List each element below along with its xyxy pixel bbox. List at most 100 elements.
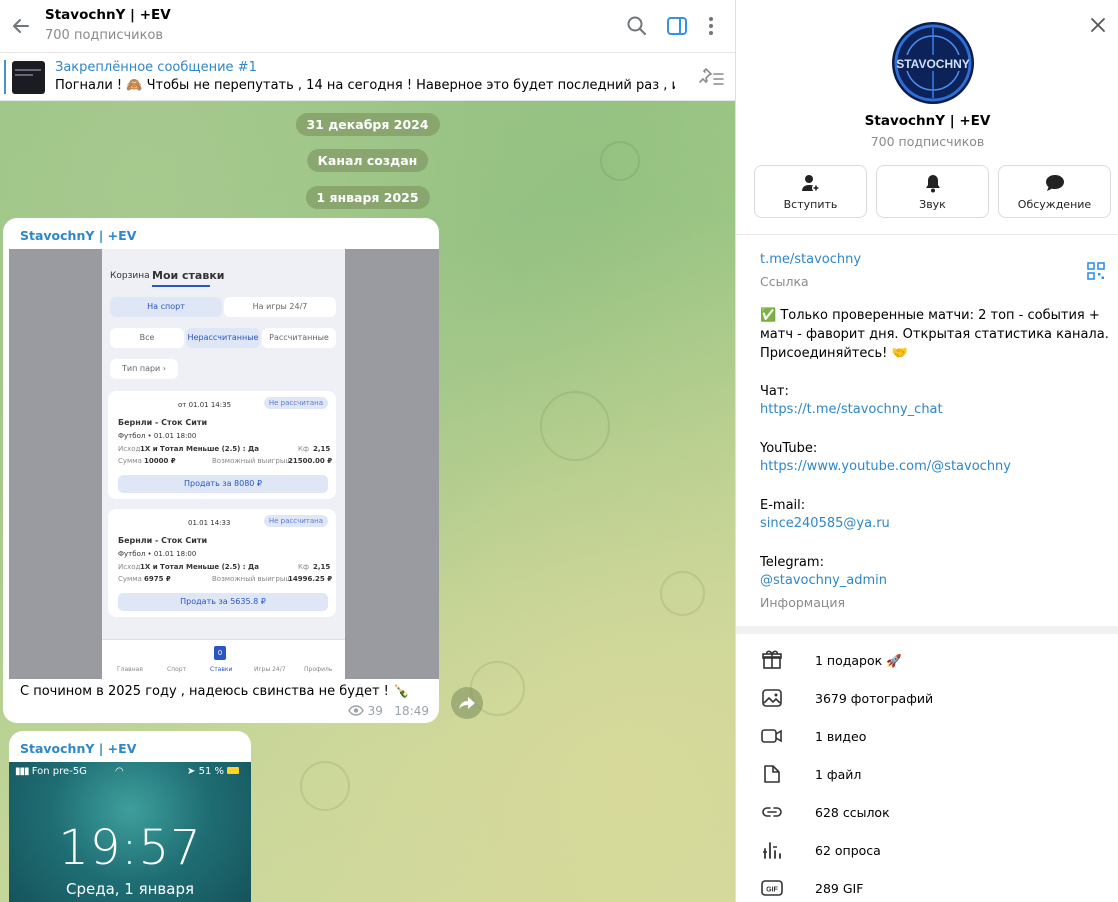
post-text: С почином в 2025 году , надеюсь свинства… — [20, 684, 410, 699]
screenshot-bet-card: от 01.01 14:35 Не рассчитана Бернли - Ст… — [108, 391, 336, 499]
media-row-gifts[interactable]: 1 подарок 🚀 — [736, 642, 1118, 680]
channel-profile: STAVOCHNY StavochnY | +EV 700 подписчико… — [736, 0, 1118, 234]
media-label: 3679 фотографий — [815, 691, 934, 706]
media-label: 628 ссылок — [815, 805, 890, 820]
screenshot-filter-settled: Рассчитанные — [262, 328, 336, 348]
telegram-link[interactable]: @stavochny_admin — [760, 573, 887, 588]
media-label: 1 файл — [815, 767, 862, 782]
lock-battery: ➤ 51 % — [187, 766, 240, 777]
screenshot-tab-basket: Корзина — [110, 271, 150, 281]
pinned-indicator — [4, 60, 6, 94]
channel-description: ✅ Только проверенные матчи: 2 топ - собы… — [760, 308, 1109, 361]
discussion-label: Обсуждение — [1017, 198, 1092, 211]
screenshot-bet-type: Тип пари › — [110, 359, 178, 379]
photo-icon — [762, 689, 782, 707]
channel-logo: STAVOCHNY — [894, 24, 972, 102]
gift-icon — [762, 650, 782, 669]
pinned-thumbnail — [12, 61, 45, 94]
youtube-label: YouTube: — [760, 441, 818, 456]
media-row-links[interactable]: 628 ссылок — [736, 794, 1118, 832]
qr-code-icon[interactable] — [1087, 262, 1105, 280]
video-icon — [761, 729, 782, 743]
gif-icon: GIF — [761, 880, 783, 896]
location-icon: ➤ — [187, 766, 196, 777]
chat-header: StavochnY | +EV 700 подписчиков — [0, 0, 735, 53]
media-label: 62 опроса — [815, 843, 881, 858]
youtube-link[interactable]: https://www.youtube.com/@stavochny — [760, 459, 1011, 474]
channel-created-notice: Канал создан — [306, 149, 429, 172]
link-icon — [762, 807, 782, 817]
media-row-files[interactable]: 1 файл — [736, 756, 1118, 794]
share-arrow-icon — [459, 697, 475, 709]
media-label: 289 GIF — [815, 881, 864, 896]
chat-bubble-icon — [1046, 175, 1064, 191]
more-vertical-icon[interactable] — [699, 14, 723, 38]
media-row-videos[interactable]: 1 видео — [736, 718, 1118, 756]
lock-date: Среда, 1 января — [65, 880, 195, 898]
chat-title[interactable]: StavochnY | +EV — [45, 7, 171, 23]
media-row-polls[interactable]: 62 опроса — [736, 832, 1118, 870]
channel-avatar[interactable]: STAVOCHNY — [892, 22, 974, 104]
date-divider: 31 декабря 2024 — [295, 113, 440, 136]
screenshot-seg-games: На игры 24/7 — [224, 297, 336, 317]
channel-title: StavochnY | +EV — [864, 113, 991, 129]
chat-link[interactable]: https://t.me/stavochny_chat — [760, 402, 943, 417]
pinned-message-bar[interactable]: Закреплённое сообщение #1 Погнали ! 🙈 Чт… — [0, 53, 735, 101]
screenshot-seg-sport: На спорт — [110, 297, 222, 317]
media-label: 1 видео — [815, 729, 867, 744]
chat-label: Чат: — [760, 384, 789, 399]
media-row-photos[interactable]: 3679 фотографий — [736, 680, 1118, 718]
channel-post[interactable]: StavochnY | +EV ▮▮▮ Fon pre-5G ◠ ➤ 51 % … — [9, 731, 251, 902]
join-icon — [802, 175, 820, 192]
post-author[interactable]: StavochnY | +EV — [20, 228, 136, 243]
pinned-text: Погнали ! 🙈 Чтобы не перепутать , 14 на … — [55, 78, 675, 93]
sidebar-toggle-icon[interactable] — [665, 14, 689, 38]
sound-button[interactable]: Звук — [876, 165, 989, 218]
screenshot-filter-all: Все — [110, 328, 184, 348]
info-caption: Информация — [760, 595, 846, 610]
screenshot-filter-unsettled: Нерассчитанные — [186, 328, 260, 348]
post-meta: 39 18:49 — [348, 704, 429, 718]
lockscreen-photo[interactable]: ▮▮▮ Fon pre-5G ◠ ➤ 51 % 19:57 Среда, 1 я… — [9, 762, 251, 902]
poll-icon — [763, 842, 781, 859]
discussion-button[interactable]: Обсуждение — [998, 165, 1111, 218]
join-label: Вступить — [783, 198, 838, 211]
channel-subscribers: 700 подписчиков — [870, 134, 985, 149]
svg-text:STAVOCHNY: STAVOCHNY — [896, 57, 970, 71]
chat-area: StavochnY | +EV 700 подписчиков Закреплё… — [0, 0, 735, 902]
shared-media-list: 1 подарок 🚀 3679 фотографий 1 видео 1 фа… — [736, 634, 1118, 902]
channel-info-section: t.me/stavochny Ссылка ✅ Только проверенн… — [736, 234, 1118, 626]
email-link[interactable]: since240585@ya.ru — [760, 516, 890, 531]
pinned-title: Закреплённое сообщение #1 — [55, 60, 257, 75]
screenshot-tab-bets: Мои ставки — [152, 269, 225, 282]
share-button[interactable] — [451, 687, 483, 719]
bets-screenshot: Корзина Мои ставки На спорт На игры 24/7… — [102, 249, 345, 679]
back-arrow-icon[interactable] — [8, 12, 36, 40]
media-row-gifs[interactable]: GIF 289 GIF — [736, 870, 1118, 902]
chat-subscribers: 700 подписчиков — [45, 28, 164, 43]
telegram-label: Telegram: — [760, 555, 824, 570]
date-divider: 1 января 2025 — [305, 186, 430, 209]
post-photo[interactable]: Корзина Мои ставки На спорт На игры 24/7… — [9, 249, 439, 679]
search-icon[interactable] — [625, 14, 649, 38]
media-label: 1 подарок 🚀 — [815, 653, 902, 668]
lock-carrier: ▮▮▮ Fon pre-5G — [15, 766, 87, 777]
email-label: E-mail: — [760, 498, 806, 513]
join-button[interactable]: Вступить — [754, 165, 867, 218]
link-caption: Ссылка — [760, 274, 809, 289]
wifi-icon: ◠ — [115, 766, 124, 777]
channel-link[interactable]: t.me/stavochny — [760, 252, 861, 267]
channel-info-panel: STAVOCHNY StavochnY | +EV 700 подписчико… — [735, 0, 1118, 902]
lock-time: 19:57 — [58, 820, 202, 876]
screenshot-bottom-nav: 0 Главная Спорт Ставки Игры 24/7 Профиль — [102, 639, 345, 679]
post-author[interactable]: StavochnY | +EV — [20, 741, 136, 756]
svg-text:GIF: GIF — [766, 887, 778, 894]
screenshot-bet-card: 01.01 14:33 Не рассчитана Бернли - Сток … — [108, 509, 336, 617]
channel-post[interactable]: StavochnY | +EV Корзина Мои ставки На сп… — [3, 218, 439, 723]
post-views: 39 — [367, 704, 383, 718]
views-icon — [348, 705, 364, 716]
bell-icon — [926, 175, 940, 193]
post-time: 18:49 — [394, 704, 429, 718]
close-icon[interactable] — [1087, 14, 1109, 36]
pin-list-icon[interactable] — [697, 66, 725, 88]
